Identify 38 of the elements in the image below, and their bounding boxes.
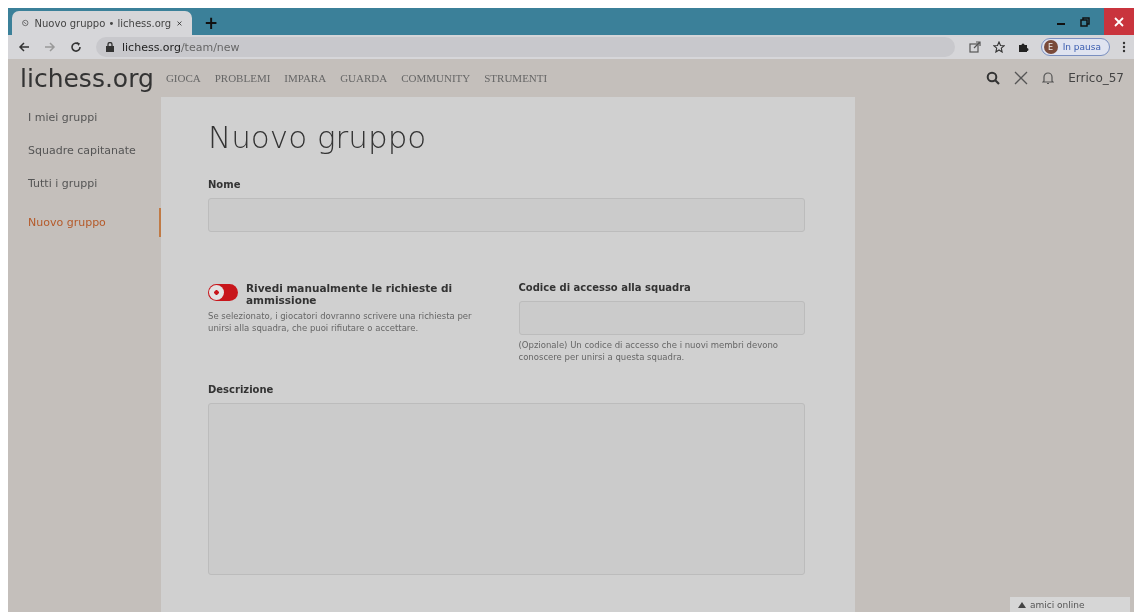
- menu-icon[interactable]: [1122, 41, 1126, 53]
- sidebar-item[interactable]: Squadre capitanate: [28, 142, 136, 159]
- reload-icon[interactable]: [70, 41, 82, 53]
- address-field[interactable]: lichess.org/team/new: [96, 37, 955, 57]
- sidebar-item[interactable]: I miei gruppi: [28, 109, 98, 126]
- toggle-switch[interactable]: [208, 284, 238, 301]
- close-icon: [1114, 16, 1124, 27]
- lock-icon: [106, 42, 114, 52]
- field-label: Codice di accesso alla squadra: [518, 282, 692, 293]
- help-text: Se selezionato, i giocatori dovranno scrivere una richiesta per unirsi alla squadra, che puoi rifiutare o accettare.: [208, 310, 473, 335]
- nav-link[interactable]: GIOCA: [165, 72, 201, 84]
- nav-link[interactable]: COMMUNITY: [401, 72, 471, 84]
- puzzle-icon[interactable]: [1016, 41, 1029, 53]
- share-icon[interactable]: [968, 41, 981, 53]
- nav-link[interactable]: IMPARA: [284, 72, 327, 84]
- search-icon[interactable]: [986, 71, 1001, 85]
- page-title: Nuovo gruppo: [208, 119, 428, 155]
- site-logo[interactable]: lichess.org: [18, 63, 154, 93]
- field-label: Descrizione: [208, 384, 275, 395]
- new-tab-button[interactable]: +: [200, 11, 223, 35]
- friends-bar[interactable]: amici online: [1010, 597, 1130, 612]
- close-window-button[interactable]: [1104, 8, 1134, 35]
- toggle-label: Rivedi manualmente le richieste di ammissione: [246, 282, 454, 306]
- up-arrow-icon: [1018, 601, 1026, 608]
- nav-link[interactable]: GUARDA: [340, 72, 388, 84]
- sidebar-item[interactable]: Tutti i gruppi: [28, 175, 98, 192]
- bell-icon[interactable]: [1042, 71, 1055, 85]
- logo-icon: [22, 17, 29, 29]
- username-link[interactable]: Errico_57: [1068, 71, 1124, 85]
- nav-link[interactable]: PROBLEMI: [214, 72, 271, 84]
- star-icon[interactable]: [992, 41, 1005, 53]
- tab-title: Nuovo gruppo • lichess.org: [34, 17, 172, 29]
- profile-button[interactable]: E In pausa: [1040, 38, 1110, 56]
- browser-tab[interactable]: Nuovo gruppo • lichess.org: [12, 11, 192, 35]
- field-label: Nome: [208, 179, 242, 190]
- nav-link[interactable]: STRUMENTI: [484, 72, 548, 84]
- restore-icon[interactable]: [1080, 16, 1090, 27]
- back-icon[interactable]: [18, 41, 30, 53]
